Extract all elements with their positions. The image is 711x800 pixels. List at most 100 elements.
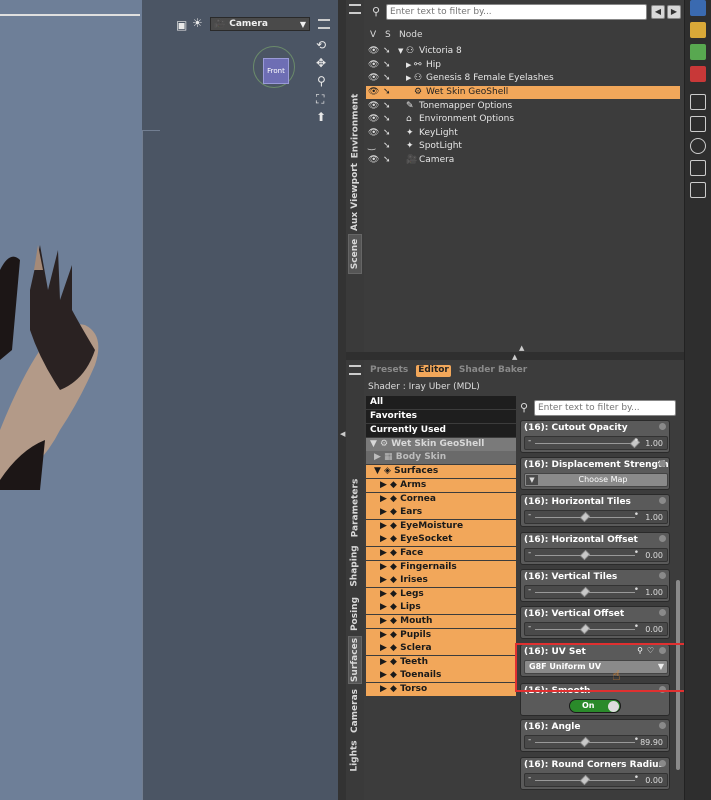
property-slider[interactable]: - • 89.90 <box>524 735 668 749</box>
bank-icon[interactable]: ⬆ <box>316 110 326 124</box>
vertical-splitter[interactable] <box>338 0 346 800</box>
choose-map-button[interactable]: ▼ Choose Map <box>524 473 668 487</box>
minus-icon[interactable]: - <box>528 510 531 520</box>
tree-item-surface[interactable]: ▶ ◆ Arms <box>366 479 516 492</box>
scene-node-eyelashes[interactable]: 👁 ➘ ▶ ⚇ Genesis 8 Female Eyelashes <box>366 72 680 85</box>
zoom-icon[interactable]: ⚲ <box>317 74 326 88</box>
forward-arrow-icon[interactable]: ▶ <box>667 5 681 19</box>
eye-icon[interactable]: 👁 <box>368 154 380 167</box>
eye-icon[interactable]: 👁 <box>368 113 380 126</box>
tab-surfaces[interactable]: Surfaces <box>348 636 362 684</box>
gear-icon[interactable] <box>659 423 666 430</box>
eye-closed-icon[interactable]: ‿ <box>368 140 380 153</box>
tree-item-surface[interactable]: ▶ ◆ Irises <box>366 574 516 588</box>
tree-item-surface[interactable]: ▶ ◆ Fingernails <box>366 560 516 574</box>
gear-icon[interactable] <box>659 609 666 616</box>
plus-icon[interactable]: • <box>634 773 639 783</box>
property-card[interactable]: (16): Angle - • 89.90 <box>520 719 670 752</box>
plus-icon[interactable]: • <box>634 548 639 558</box>
minus-icon[interactable]: - <box>528 548 531 558</box>
tab-environment[interactable]: Environment <box>348 90 362 162</box>
content-library-icon[interactable] <box>690 22 706 38</box>
minus-icon[interactable]: - <box>528 622 531 632</box>
tab-cameras[interactable]: Cameras <box>348 688 362 734</box>
tree-item-favorites[interactable]: Favorites <box>366 410 516 423</box>
minus-icon[interactable]: - <box>528 585 531 595</box>
scene-node-victoria-8[interactable]: 👁 ➘ ▼ ⚇ Victoria 8 <box>366 45 680 58</box>
slider-handle[interactable] <box>579 774 591 786</box>
chevron-down-icon[interactable]: ▼ <box>398 45 403 58</box>
import-icon[interactable] <box>690 94 706 110</box>
lighting-mode-icon[interactable]: ☀ <box>192 16 203 30</box>
property-value[interactable]: 1.00 <box>645 588 663 597</box>
tab-aux-viewport[interactable]: Aux Viewport <box>348 163 362 231</box>
tree-item-currently-used[interactable]: Currently Used <box>366 424 516 437</box>
property-value[interactable]: 0.00 <box>645 776 663 785</box>
back-arrow-icon[interactable]: ◀ <box>651 5 665 19</box>
splitter-arrow-icon[interactable]: ◀ <box>340 430 345 438</box>
slider-handle[interactable] <box>579 736 591 748</box>
gear-icon[interactable] <box>659 722 666 729</box>
select-cursor-icon[interactable]: ➘ <box>383 127 395 140</box>
minus-icon[interactable]: - <box>528 773 531 783</box>
pose-icon[interactable] <box>690 160 706 176</box>
scene-node-tonemapper[interactable]: 👁 ➘ ✎ Tonemapper Options <box>366 100 680 113</box>
scene-pane-menu-icon[interactable] <box>349 4 361 14</box>
select-cursor-icon[interactable]: ➘ <box>383 72 395 85</box>
orbit-icon[interactable]: ⟲ <box>316 38 326 52</box>
property-value[interactable]: 0.00 <box>645 625 663 634</box>
property-value[interactable]: 0.00 <box>645 551 663 560</box>
eye-icon[interactable]: 👁 <box>368 72 380 85</box>
slider-handle[interactable] <box>579 511 591 523</box>
plus-icon[interactable]: • <box>634 510 639 520</box>
property-slider[interactable]: - • 0.00 <box>524 622 668 636</box>
scene-node-environment[interactable]: 👁 ➘ ⌂ Environment Options <box>366 113 680 126</box>
globe-icon[interactable] <box>690 0 706 16</box>
tree-item-surface[interactable]: ▶ ◆ Lips <box>366 601 516 615</box>
property-card[interactable]: (16): Cutout Opacity - • 1.00 <box>520 420 670 453</box>
tree-item-surfaces[interactable]: ▼ ◈ Surfaces <box>366 465 516 478</box>
slider-handle[interactable] <box>579 623 591 635</box>
plus-icon[interactable]: • <box>634 735 639 745</box>
gear-icon[interactable] <box>659 572 666 579</box>
select-cursor-icon[interactable]: ➘ <box>383 154 395 167</box>
property-filter-input[interactable] <box>534 400 676 416</box>
eye-icon[interactable]: 👁 <box>368 45 380 58</box>
surfaces-pane-menu-icon[interactable] <box>349 365 361 375</box>
viewport-menu-icon[interactable] <box>318 19 330 29</box>
tab-shader-baker[interactable]: Shader Baker <box>457 365 529 377</box>
slider-handle[interactable] <box>579 586 591 598</box>
tree-item-surface[interactable]: ▶ ◆ Cornea <box>366 492 516 506</box>
property-card[interactable]: (16): Displacement Strength ▼ Choose Map <box>520 457 670 490</box>
plus-icon[interactable]: • <box>634 585 639 595</box>
property-card[interactable]: (16): Vertical Tiles - • 1.00 <box>520 569 670 602</box>
property-slider[interactable]: - • 1.00 <box>524 436 668 450</box>
tree-item-surface[interactable]: ▶ ◆ EyeMoisture <box>366 519 516 533</box>
tab-scene[interactable]: Scene <box>348 234 362 274</box>
scene-node-hip[interactable]: 👁 ➘ ▶ ⚯ Hip <box>366 59 680 72</box>
select-cursor-icon[interactable]: ➘ <box>383 100 395 113</box>
select-cursor-icon[interactable]: ➘ <box>383 86 395 99</box>
gear-icon[interactable] <box>659 535 666 542</box>
property-slider[interactable]: - • 0.00 <box>524 548 668 562</box>
frame-icon[interactable]: ⛶ <box>316 92 324 106</box>
scene-node-spotlight[interactable]: ‿ ➘ ✦ SpotLight <box>366 140 680 153</box>
column-node[interactable]: Node <box>399 30 423 40</box>
select-cursor-icon[interactable]: ➘ <box>383 140 395 153</box>
select-cursor-icon[interactable]: ➘ <box>383 59 395 72</box>
viewport-toggle-icon[interactable]: ▣ <box>176 18 187 32</box>
chevron-right-icon[interactable]: ▶ <box>406 59 411 72</box>
column-v[interactable]: V <box>370 30 376 40</box>
property-value[interactable]: 1.00 <box>645 439 663 448</box>
eye-icon[interactable]: 👁 <box>368 59 380 72</box>
view-cube[interactable]: Front <box>263 58 289 84</box>
tab-editor[interactable]: Editor <box>416 365 451 377</box>
export-icon[interactable] <box>690 116 706 132</box>
map-menu-icon[interactable]: ▼ <box>526 475 538 485</box>
select-cursor-icon[interactable]: ➘ <box>383 113 395 126</box>
tree-item-surface[interactable]: ▶ ◆ Sclera <box>366 642 516 656</box>
eye-icon[interactable]: 👁 <box>368 127 380 140</box>
eye-icon[interactable]: 👁 <box>368 86 380 99</box>
chevron-right-icon[interactable]: ▶ <box>406 72 411 85</box>
tree-item-surface[interactable]: ▶ ◆ Teeth <box>366 655 516 669</box>
